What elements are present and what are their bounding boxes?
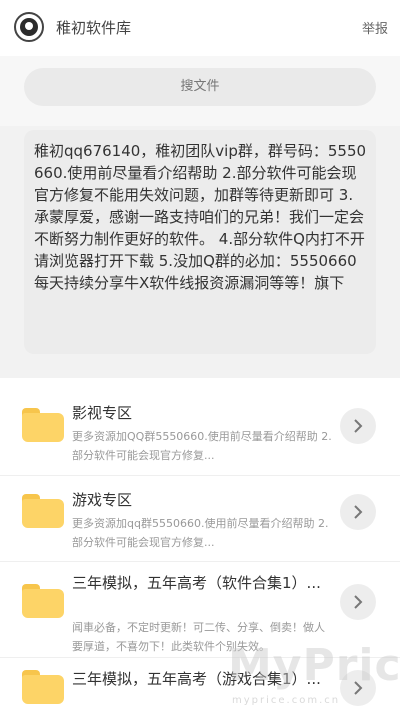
list-item[interactable]: 影视专区 更多资源加QQ群5550660.使用前尽量看介绍帮助 2.部分软件可能… [0, 378, 400, 476]
app-title: 稚初软件库 [56, 19, 132, 37]
item-title: 影视专区 [72, 404, 133, 422]
folder-icon [22, 584, 64, 618]
logo-icon [14, 12, 44, 42]
chevron-right-icon[interactable] [340, 584, 376, 620]
report-link[interactable]: 举报 [362, 18, 388, 37]
folder-icon [22, 408, 64, 442]
search-input[interactable]: 搜文件 [24, 68, 376, 106]
folder-icon [22, 670, 64, 704]
watermark-logo: MyPrice [228, 640, 400, 691]
list-item[interactable]: 游戏专区 更多资源加qq群5550660.使用前尽量看介绍帮助 2.部分软件可能… [0, 476, 400, 562]
watermark-url: myprice.com.cn [232, 695, 341, 706]
item-title: 游戏专区 [72, 491, 133, 509]
item-description: 更多资源加QQ群5550660.使用前尽量看介绍帮助 2.部分软件可能会现官方修… [72, 430, 332, 462]
folder-icon [22, 494, 64, 528]
announcement-box: 稚初qq676140，稚初团队vip群，群号码：5550660.使用前尽量看介绍… [24, 130, 376, 354]
chevron-right-icon[interactable] [340, 408, 376, 444]
chevron-right-icon[interactable] [340, 494, 376, 530]
item-title: 三年模拟，五年高考（软件合集1）... [72, 574, 321, 592]
top-bar: 稚初软件库 举报 [0, 0, 400, 56]
announcement-text: 稚初qq676140，稚初团队vip群，群号码：5550660.使用前尽量看介绍… [34, 142, 367, 292]
item-description: 更多资源加qq群5550660.使用前尽量看介绍帮助 2.部分软件可能会现官方修… [72, 517, 329, 549]
